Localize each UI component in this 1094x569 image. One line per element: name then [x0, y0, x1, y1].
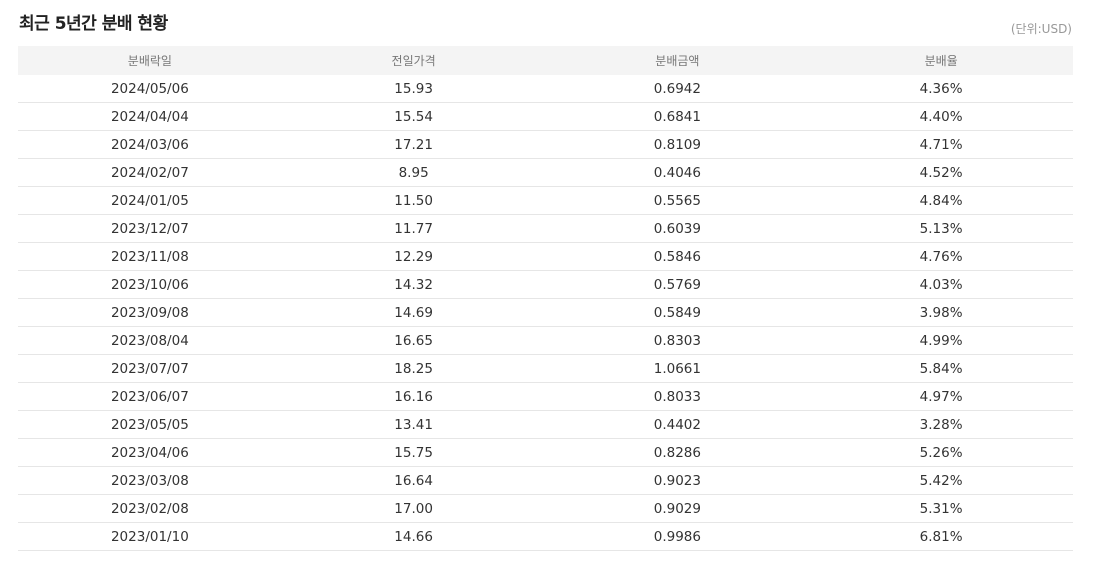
table-row: 2023/08/04 16.65 0.8303 4.99% [18, 326, 1073, 355]
table-row: 2023/04/06 15.75 0.8286 5.26% [18, 438, 1073, 467]
cell-distribution-amount: 0.9986 [545, 522, 810, 551]
cell-prev-price: 18.25 [281, 354, 546, 383]
cell-distribution-rate: 3.28% [809, 410, 1073, 439]
cell-ex-date: 2023/12/07 [18, 214, 282, 243]
table-row: 2023/02/08 17.00 0.9029 5.31% [18, 494, 1073, 523]
cell-distribution-amount: 0.5846 [545, 242, 810, 271]
header-prev-price: 전일가격 [281, 46, 546, 75]
cell-distribution-rate: 4.76% [809, 242, 1073, 271]
cell-distribution-rate: 5.31% [809, 494, 1073, 523]
cell-distribution-amount: 0.9029 [545, 494, 810, 523]
section-title: 최근 5년간 분배 현황 [19, 14, 168, 34]
cell-distribution-amount: 0.5849 [545, 298, 810, 327]
cell-distribution-rate: 4.52% [809, 158, 1073, 187]
cell-prev-price: 13.41 [281, 410, 546, 439]
cell-distribution-rate: 5.13% [809, 214, 1073, 243]
table-row: 2023/10/06 14.32 0.5769 4.03% [18, 270, 1073, 299]
cell-ex-date: 2023/03/08 [18, 466, 282, 495]
header-distribution-amount: 분배금액 [545, 46, 810, 75]
cell-prev-price: 16.64 [281, 466, 546, 495]
cell-ex-date: 2023/02/08 [18, 494, 282, 523]
cell-distribution-amount: 0.8033 [545, 382, 810, 411]
distribution-table: 분배락일 전일가격 분배금액 분배율 2024/05/06 15.93 0.6942… [18, 46, 1073, 551]
cell-prev-price: 12.29 [281, 242, 546, 271]
cell-ex-date: 2023/05/05 [18, 410, 282, 439]
cell-prev-price: 15.93 [281, 75, 546, 103]
cell-distribution-rate: 4.71% [809, 130, 1073, 159]
cell-distribution-rate: 3.98% [809, 298, 1073, 327]
unit-label: (단위:USD) [1010, 22, 1072, 36]
cell-ex-date: 2024/05/06 [18, 75, 282, 103]
cell-ex-date: 2023/04/06 [18, 438, 282, 467]
cell-prev-price: 8.95 [281, 158, 546, 187]
cell-ex-date: 2024/01/05 [18, 186, 282, 215]
cell-ex-date: 2023/10/06 [18, 270, 282, 299]
table-row: 2024/01/05 11.50 0.5565 4.84% [18, 186, 1073, 215]
cell-prev-price: 11.50 [281, 186, 546, 215]
cell-prev-price: 11.77 [281, 214, 546, 243]
cell-prev-price: 15.54 [281, 102, 546, 131]
table-row: 2023/03/08 16.64 0.9023 5.42% [18, 466, 1073, 495]
cell-prev-price: 16.16 [281, 382, 546, 411]
cell-prev-price: 17.21 [281, 130, 546, 159]
cell-distribution-amount: 0.4046 [545, 158, 810, 187]
table-row: 2023/12/07 11.77 0.6039 5.13% [18, 214, 1073, 243]
cell-distribution-amount: 0.8286 [545, 438, 810, 467]
cell-ex-date: 2023/08/04 [18, 326, 282, 355]
cell-prev-price: 15.75 [281, 438, 546, 467]
cell-ex-date: 2023/09/08 [18, 298, 282, 327]
table-body: 2024/05/06 15.93 0.6942 4.36% 2024/04/04 15.5… [18, 75, 1073, 551]
cell-distribution-rate: 5.26% [809, 438, 1073, 467]
header-ex-date: 분배락일 [18, 46, 282, 75]
cell-distribution-amount: 0.8109 [545, 130, 810, 159]
cell-distribution-rate: 4.40% [809, 102, 1073, 131]
cell-distribution-rate: 4.03% [809, 270, 1073, 299]
table-row: 2023/07/07 18.25 1.0661 5.84% [18, 354, 1073, 383]
distribution-panel: 최근 5년간 분배 현황 (단위:USD) 분배락일 전일가격 분배금액 분배율… [0, 0, 1094, 569]
cell-distribution-rate: 4.84% [809, 186, 1073, 215]
cell-distribution-amount: 0.5565 [545, 186, 810, 215]
cell-ex-date: 2024/03/06 [18, 130, 282, 159]
cell-distribution-rate: 4.97% [809, 382, 1073, 411]
cell-prev-price: 14.32 [281, 270, 546, 299]
cell-ex-date: 2024/02/07 [18, 158, 282, 187]
cell-ex-date: 2023/11/08 [18, 242, 282, 271]
cell-distribution-amount: 0.6942 [545, 75, 810, 103]
cell-distribution-rate: 5.84% [809, 354, 1073, 383]
cell-distribution-amount: 0.4402 [545, 410, 810, 439]
cell-prev-price: 14.66 [281, 522, 546, 551]
table-header: 분배락일 전일가격 분배금액 분배율 [18, 46, 1073, 75]
cell-distribution-rate: 4.99% [809, 326, 1073, 355]
table-row: 2023/01/10 14.66 0.9986 6.81% [18, 522, 1073, 551]
cell-distribution-rate: 4.36% [809, 75, 1073, 103]
table-row: 2023/11/08 12.29 0.5846 4.76% [18, 242, 1073, 271]
cell-distribution-amount: 0.9023 [545, 466, 810, 495]
cell-ex-date: 2023/07/07 [18, 354, 282, 383]
cell-ex-date: 2024/04/04 [18, 102, 282, 131]
table-row: 2023/09/08 14.69 0.5849 3.98% [18, 298, 1073, 327]
table-row: 2024/05/06 15.93 0.6942 4.36% [18, 75, 1073, 103]
header-distribution-rate: 분배율 [809, 46, 1073, 75]
table-row: 2023/05/05 13.41 0.4402 3.28% [18, 410, 1073, 439]
cell-prev-price: 14.69 [281, 298, 546, 327]
table-row: 2024/02/07 8.95 0.4046 4.52% [18, 158, 1073, 187]
cell-ex-date: 2023/06/07 [18, 382, 282, 411]
cell-prev-price: 16.65 [281, 326, 546, 355]
cell-distribution-rate: 6.81% [809, 522, 1073, 551]
table-row: 2023/06/07 16.16 0.8033 4.97% [18, 382, 1073, 411]
cell-distribution-amount: 0.5769 [545, 270, 810, 299]
table-row: 2024/03/06 17.21 0.8109 4.71% [18, 130, 1073, 159]
header-row: 분배락일 전일가격 분배금액 분배율 [18, 46, 1073, 75]
cell-distribution-amount: 0.8303 [545, 326, 810, 355]
table-row: 2024/04/04 15.54 0.6841 4.40% [18, 102, 1073, 131]
cell-distribution-amount: 0.6039 [545, 214, 810, 243]
cell-ex-date: 2023/01/10 [18, 522, 282, 551]
cell-distribution-amount: 1.0661 [545, 354, 810, 383]
cell-distribution-amount: 0.6841 [545, 102, 810, 131]
cell-prev-price: 17.00 [281, 494, 546, 523]
cell-distribution-rate: 5.42% [809, 466, 1073, 495]
